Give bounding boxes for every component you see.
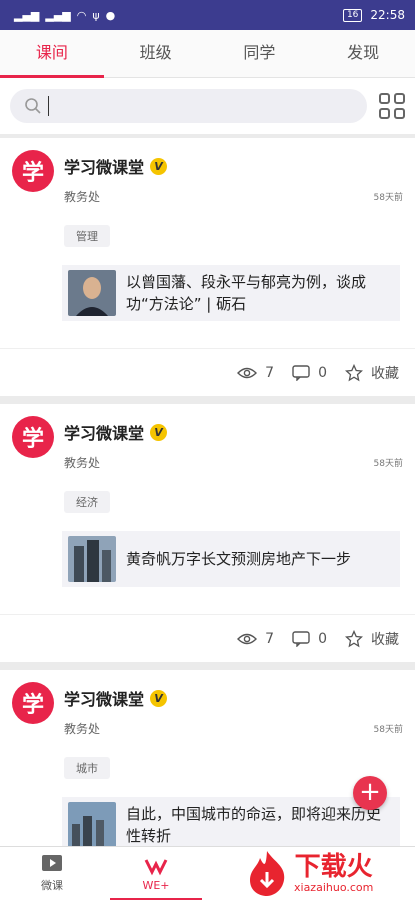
post-time: 58天前	[373, 725, 403, 735]
author-dept: 教务处	[64, 190, 101, 204]
article-thumbnail	[68, 270, 116, 316]
search-input[interactable]	[55, 98, 367, 114]
star-icon	[345, 629, 363, 647]
tab-banji[interactable]: 班级	[104, 30, 208, 77]
verified-badge-icon: V	[150, 689, 168, 707]
post-actions: 7 0 收藏	[0, 348, 415, 396]
author-name[interactable]: 学习微课堂	[64, 686, 144, 710]
favorite-button[interactable]: 收藏	[345, 629, 399, 649]
comment-button[interactable]: 0	[292, 365, 327, 381]
top-tabs: 课间 班级 同学 发现	[0, 30, 415, 78]
search-icon	[25, 98, 41, 114]
watermark-url: xiazaihuo.com	[294, 880, 374, 894]
usb-icon: ψ	[92, 8, 100, 22]
favorite-button[interactable]: 收藏	[345, 363, 399, 383]
article-title: 以曾国藩、段永平与郁亮为例，谈成功“方法论” | 砺石	[126, 273, 367, 313]
add-post-button[interactable]: +	[353, 776, 387, 810]
search-row	[0, 78, 415, 134]
watermark-logo: 下载火 xiazaihuo.com	[244, 846, 415, 900]
post-time: 58天前	[373, 193, 403, 203]
category-tag[interactable]: 管理	[64, 225, 110, 247]
video-icon	[42, 855, 62, 871]
article-title: 自此，中国城市的命运，即将迎来历史性转折	[126, 805, 382, 845]
battery-icon: 16	[342, 8, 363, 22]
comments-count: 0	[318, 630, 327, 647]
tab-tongxue[interactable]: 同学	[208, 30, 312, 77]
signal-icon: ▂▄▆	[14, 8, 40, 22]
article-link[interactable]: 自此，中国城市的命运，即将迎来历史性转折	[62, 797, 400, 853]
author-avatar[interactable]: 学	[12, 416, 54, 458]
article-title: 黄奇帆万字长文预测房地产下一步	[126, 550, 352, 568]
article-link[interactable]: 黄奇帆万字长文预测房地产下一步	[62, 531, 400, 587]
signal-icon-2: ▂▄▆	[45, 8, 71, 22]
watermark-title: 下载火	[294, 851, 373, 882]
comment-button[interactable]: 0	[292, 631, 327, 647]
comment-icon	[292, 630, 310, 647]
post-actions: 7 0 收藏	[0, 614, 415, 662]
verified-badge-icon: V	[150, 423, 168, 441]
grid-menu-icon[interactable]	[379, 93, 405, 119]
views-count: 7	[265, 364, 275, 381]
text-cursor	[48, 96, 49, 116]
star-icon	[345, 363, 363, 381]
views-stat: 7	[237, 631, 274, 647]
clock: 22:58	[370, 8, 405, 22]
flame-icon	[250, 851, 285, 896]
eye-icon	[237, 367, 258, 378]
status-icons: ▂▄▆ ▂▄▆ ◠ ψ ●	[14, 9, 115, 22]
favorite-label: 收藏	[371, 365, 399, 382]
author-avatar[interactable]: 学	[12, 150, 54, 192]
comments-count: 0	[318, 364, 327, 381]
author-dept: 教务处	[64, 456, 101, 470]
favorite-label: 收藏	[371, 631, 399, 648]
views-count: 7	[265, 630, 275, 647]
status-bar: ▂▄▆ ▂▄▆ ◠ ψ ● 16 22:58	[0, 0, 415, 30]
wifi-icon: ◠	[76, 8, 87, 22]
nav-we-plus[interactable]: WE+	[104, 847, 208, 900]
post-feed: 学 学习微课堂 V 教务处 58天前 管理 以曾国藩、段永平与郁亮为例，谈成功“…	[0, 138, 415, 888]
article-link[interactable]: 以曾国藩、段永平与郁亮为例，谈成功“方法论” | 砺石	[62, 265, 400, 321]
comment-icon	[292, 364, 310, 381]
views-stat: 7	[237, 365, 274, 381]
tab-faxian[interactable]: 发现	[311, 30, 415, 77]
eye-icon	[237, 633, 258, 644]
verified-badge-icon: V	[150, 157, 168, 175]
nav-label: WE+	[142, 878, 170, 892]
nav-weike[interactable]: 微课	[0, 847, 104, 900]
we-plus-icon	[144, 858, 168, 875]
author-name[interactable]: 学习微课堂	[64, 154, 144, 178]
post-time: 58天前	[373, 459, 403, 469]
article-thumbnail	[68, 536, 116, 582]
category-tag[interactable]: 城市	[64, 757, 110, 779]
author-name[interactable]: 学习微课堂	[64, 420, 144, 444]
author-dept: 教务处	[64, 722, 101, 736]
post-card[interactable]: 学 学习微课堂 V 教务处 58天前 管理 以曾国藩、段永平与郁亮为例，谈成功“…	[0, 138, 415, 396]
category-tag[interactable]: 经济	[64, 491, 110, 513]
nav-label: 微课	[41, 879, 63, 892]
search-box[interactable]	[10, 89, 367, 123]
post-card[interactable]: 学 学习微课堂 V 教务处 58天前 经济 黄奇帆万字长文预测房地产下一步 7 …	[0, 404, 415, 662]
article-thumbnail	[68, 802, 116, 848]
author-avatar[interactable]: 学	[12, 682, 54, 724]
notification-icon: ●	[105, 8, 116, 22]
tab-kejian[interactable]: 课间	[0, 30, 104, 78]
